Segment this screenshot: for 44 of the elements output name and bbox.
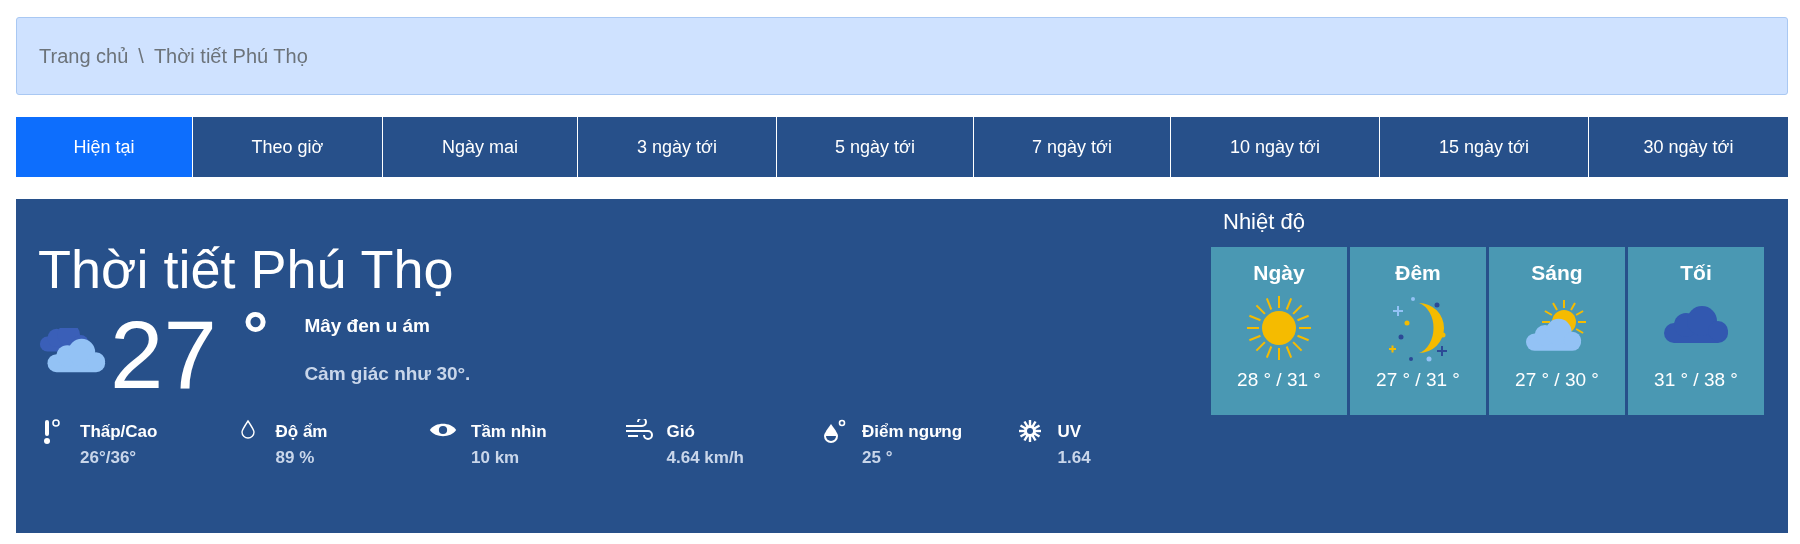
page-title: Thời tiết Phú Thọ bbox=[38, 238, 455, 301]
degree-symbol: ° bbox=[242, 303, 269, 367]
breadcrumb-link[interactable]: Trang chủ bbox=[39, 44, 129, 68]
sun-icon bbox=[1244, 293, 1314, 363]
feels-like-text: Cảm giác như 30°. bbox=[304, 363, 471, 385]
tab[interactable]: 15 ngày tới bbox=[1380, 117, 1589, 177]
tab[interactable]: 10 ngày tới bbox=[1171, 117, 1380, 177]
tab[interactable]: 3 ngày tới bbox=[578, 117, 777, 177]
detail-value: 1.64 bbox=[1057, 447, 1091, 469]
thermometer-icon bbox=[43, 419, 61, 445]
detail-value: 25 ° bbox=[862, 447, 894, 469]
tab[interactable]: 30 ngày tới bbox=[1589, 117, 1788, 177]
wind-icon bbox=[624, 419, 653, 441]
detail-label: Tầm nhìn bbox=[471, 421, 547, 443]
dew-drop-icon bbox=[821, 419, 847, 445]
detail-label: Thấp/Cao bbox=[80, 421, 158, 443]
detail-value: 4.64 km/h bbox=[666, 447, 744, 469]
detail-value: 10 km bbox=[471, 447, 521, 469]
detail-label: Gió bbox=[666, 421, 696, 443]
detail-value: 26°/36° bbox=[80, 447, 138, 469]
period-label: Tối bbox=[1680, 261, 1712, 285]
detail-value: 89 % bbox=[275, 447, 316, 469]
detail-label: Độ ẩm bbox=[275, 421, 328, 443]
detail-label: Điểm ngưng bbox=[862, 421, 963, 443]
period-label: Đêm bbox=[1395, 261, 1441, 285]
section-title: Nhiệt độ bbox=[1223, 209, 1306, 235]
detail-label: UV bbox=[1057, 421, 1083, 443]
tab[interactable]: Theo giờ bbox=[193, 117, 383, 177]
tab[interactable]: Hiện tại bbox=[16, 117, 193, 177]
temperature-range: 27 ° / 31 ° bbox=[1376, 369, 1460, 391]
temperature-range: 28 ° / 31 ° bbox=[1237, 369, 1321, 391]
period-label: Sáng bbox=[1531, 261, 1583, 285]
temperature: 27 bbox=[110, 309, 217, 401]
temperature-range: 31 ° / 38 ° bbox=[1654, 369, 1738, 391]
sun-icon bbox=[1017, 419, 1042, 443]
condition-text: Mây đen u ám bbox=[304, 315, 432, 337]
tab[interactable]: Ngày mai bbox=[383, 117, 578, 177]
temperature-range: 27 ° / 30 ° bbox=[1515, 369, 1599, 391]
breadcrumb-link[interactable]: Thời tiết Phú Thọ bbox=[153, 44, 308, 68]
period-label: Ngày bbox=[1253, 261, 1305, 285]
breadcrumb-separator: \ bbox=[138, 44, 144, 68]
tab[interactable]: 5 ngày tới bbox=[777, 117, 974, 177]
drop-icon bbox=[239, 419, 256, 439]
tab[interactable]: 7 ngày tới bbox=[974, 117, 1171, 177]
